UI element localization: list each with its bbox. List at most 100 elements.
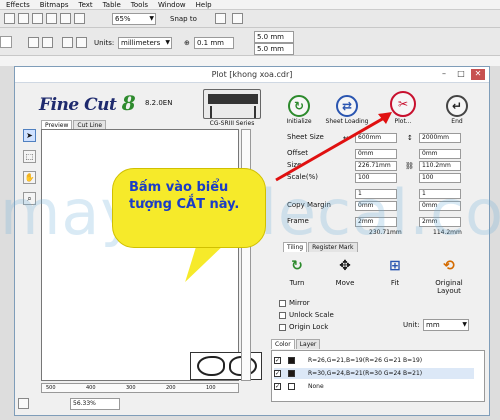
zoom-value: 65% <box>115 15 131 23</box>
welcome-icon[interactable] <box>232 13 243 24</box>
print-icon[interactable] <box>46 13 57 24</box>
callout-text: Bấm vào biểu tượng CẮT này. <box>129 180 240 212</box>
mirror-checkbox[interactable]: Mirror <box>279 297 334 309</box>
duplicate-y-field[interactable]: 5.0 mm <box>254 43 294 55</box>
new-icon[interactable] <box>4 13 15 24</box>
open-icon[interactable] <box>18 13 29 24</box>
tab-color[interactable]: Color <box>271 339 295 349</box>
link-icon[interactable]: ⛓ <box>405 162 414 170</box>
vertical-ruler <box>241 129 251 381</box>
fit-label: Fit <box>390 279 400 287</box>
prop-value-1[interactable]: 2mm <box>355 217 397 227</box>
end-button[interactable]: ↵ End <box>431 95 483 125</box>
color-row[interactable]: ✓ None <box>274 381 474 392</box>
menu-help[interactable]: Help <box>196 1 212 9</box>
minimize-icon[interactable]: – <box>437 69 451 80</box>
prop-label: Offset <box>287 149 309 157</box>
snap-to-button[interactable]: Snap to <box>170 15 197 23</box>
finecut-logo: Fine Cut 8 <box>39 91 136 115</box>
status-zoom[interactable]: 56.33% <box>70 398 120 410</box>
prop-value-2[interactable]: 110.2mm <box>419 161 461 171</box>
check-icon[interactable]: ✓ <box>274 357 281 364</box>
check-icon[interactable]: ✓ <box>274 383 281 390</box>
prop-row-offset: Offset 0mm 0mm <box>283 149 483 160</box>
ruler-strip <box>0 56 500 66</box>
fit-button[interactable]: ⊞ Fit <box>371 255 419 287</box>
menu-effects[interactable]: Effects <box>6 1 30 9</box>
save-icon[interactable] <box>32 13 43 24</box>
cut-icon[interactable] <box>60 13 71 24</box>
prop-value-1[interactable]: 100 <box>355 173 397 183</box>
origin-lock-label: Origin Lock <box>289 323 329 331</box>
unit-value: mm <box>426 321 440 329</box>
cut-shape[interactable] <box>190 352 262 380</box>
prop-value-1[interactable]: 0mm <box>355 149 397 159</box>
initialize-label: Initialize <box>286 118 312 125</box>
prop-value-2: 114.2mm <box>433 229 462 236</box>
unit-label: Unit: <box>403 321 420 329</box>
check-icon[interactable]: ✓ <box>274 370 281 377</box>
all-pages-icon[interactable] <box>62 37 73 48</box>
prop-value-2[interactable]: 0mm <box>419 149 461 159</box>
prop-value-1[interactable]: 600mm <box>355 133 397 143</box>
menu-text[interactable]: Text <box>79 1 93 9</box>
move-label: Move <box>335 279 355 287</box>
menu-window[interactable]: Window <box>158 1 186 9</box>
zoom-combo[interactable]: 65% ▼ <box>112 13 156 25</box>
menu-table[interactable]: Table <box>103 1 121 9</box>
list-icon[interactable] <box>18 398 29 409</box>
logo-number: 8 <box>121 91 136 115</box>
unlock-scale-label: Unlock Scale <box>289 311 334 319</box>
units-combo[interactable]: millimeters ▼ <box>118 37 172 49</box>
portrait-icon[interactable] <box>28 37 39 48</box>
copy-icon[interactable] <box>74 13 85 24</box>
plot-button[interactable]: ✂ Plot... <box>377 91 429 125</box>
prop-value-2[interactable]: 2000mm <box>419 133 461 143</box>
color-row[interactable]: ✓ R=26,G=21,B=19(R=26 G=21 B=19) <box>274 355 474 366</box>
select-area-icon[interactable]: ⬚ <box>23 150 36 163</box>
prop-row-copies: 1 1 <box>283 189 483 200</box>
origin-lock-checkbox[interactable]: Origin Lock <box>279 321 334 333</box>
ruler-label: 300 <box>126 385 136 391</box>
pointer-icon[interactable]: ➤ <box>23 129 36 142</box>
prop-label: Size <box>287 161 302 169</box>
options-icon[interactable] <box>215 13 226 24</box>
current-page-icon[interactable] <box>76 37 87 48</box>
maximize-icon[interactable]: □ <box>454 69 468 80</box>
restore-icon: ⟲ <box>443 258 455 274</box>
prop-value-2[interactable]: 1 <box>419 189 461 199</box>
magnifier-icon[interactable]: ⌕ <box>23 192 36 205</box>
prop-value-1[interactable]: 1 <box>355 189 397 199</box>
tab-tiling[interactable]: Tiling <box>283 242 308 252</box>
version-label: 8.2.0EN <box>145 99 173 107</box>
prop-value-2[interactable]: 100 <box>419 173 461 183</box>
tab-register-mark[interactable]: Register Mark <box>308 242 358 252</box>
tool-column: ➤ ⬚ ✋ ⌕ <box>23 129 37 213</box>
duplicate-x-field[interactable]: 5.0 mm <box>254 31 294 43</box>
prop-value-1[interactable]: 0mm <box>355 201 397 211</box>
unlock-scale-checkbox[interactable]: Unlock Scale <box>279 309 334 321</box>
initialize-button[interactable]: ↻ Initialize <box>273 95 325 125</box>
units-label: Units: <box>94 39 115 47</box>
move-arrows-icon: ✥ <box>339 258 351 274</box>
nudge-field[interactable]: 0.1 mm <box>194 37 234 49</box>
landscape-icon[interactable] <box>42 37 53 48</box>
turn-button[interactable]: ↻ Turn <box>273 255 321 287</box>
rotate-icon: ↻ <box>291 258 303 274</box>
page-size-combo[interactable] <box>0 36 12 48</box>
prop-value-1[interactable]: 226.71mm <box>355 161 397 171</box>
fit-icon: ⊞ <box>389 258 401 274</box>
color-row[interactable]: ✓ R=30,G=24,B=21(R=30 G=24 B=21) <box>274 368 474 379</box>
unit-combo[interactable]: mm ▼ <box>423 319 469 331</box>
move-button[interactable]: ✥ Move <box>321 255 369 287</box>
ruler-label: 200 <box>166 385 176 391</box>
prop-value-2[interactable]: 2mm <box>419 217 461 227</box>
prop-value-2[interactable]: 0mm <box>419 201 461 211</box>
sheet-loading-button[interactable]: ⇄ Sheet Loading <box>321 95 373 125</box>
tab-layer[interactable]: Layer <box>295 339 321 349</box>
original-layout-button[interactable]: ⟲ Original Layout <box>425 255 473 295</box>
hand-icon[interactable]: ✋ <box>23 171 36 184</box>
menu-tools[interactable]: Tools <box>131 1 148 9</box>
menu-bitmaps[interactable]: Bitmaps <box>40 1 69 9</box>
close-icon[interactable]: ✕ <box>471 69 485 80</box>
